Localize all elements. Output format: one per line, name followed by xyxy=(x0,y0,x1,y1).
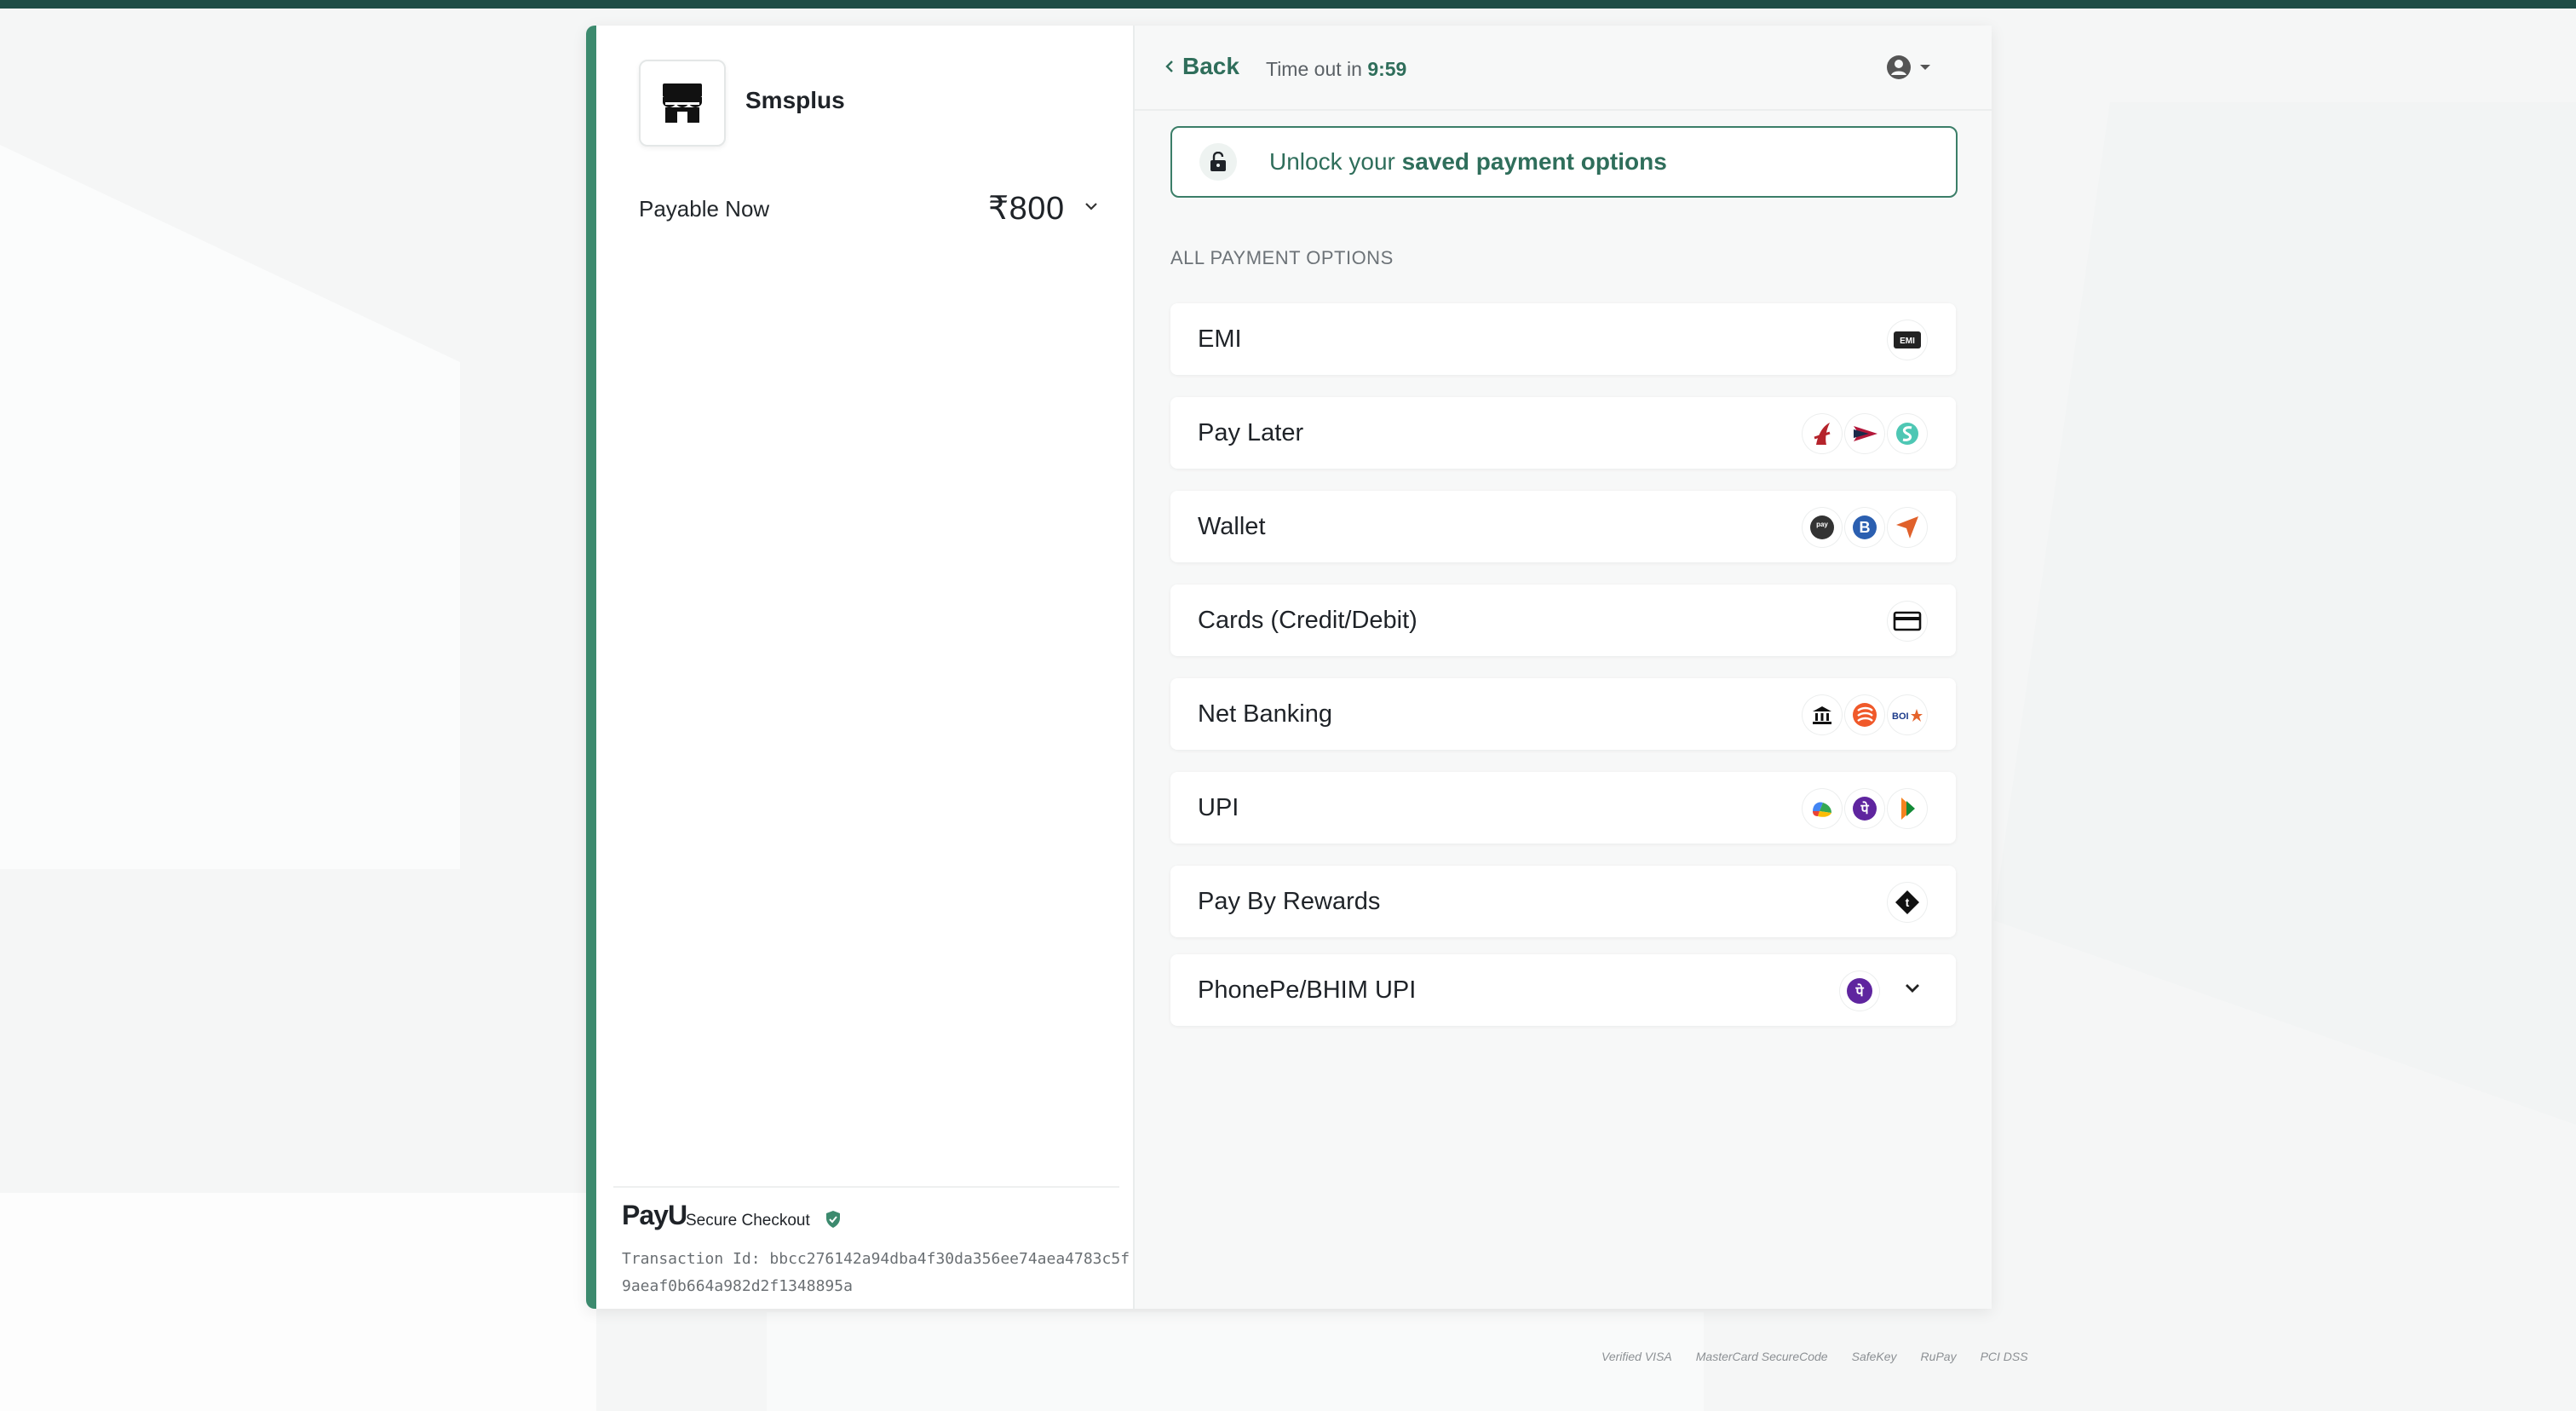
background-shape xyxy=(767,1312,1704,1411)
timeout-value: 9:59 xyxy=(1367,58,1407,80)
divider xyxy=(613,1186,1119,1188)
lock-icon-container xyxy=(1199,143,1237,181)
background-shape xyxy=(1993,102,2576,1125)
rewards-icon: t xyxy=(1888,883,1927,922)
option-label: Net Banking xyxy=(1198,700,1332,728)
secure-checkout-label: Secure Checkout xyxy=(686,1212,810,1230)
order-summary-panel: Smsplus Payable Now ₹800 PayU Secure Che… xyxy=(596,26,1135,1309)
bhim-icon xyxy=(1888,789,1927,828)
top-accent-bar xyxy=(0,0,2576,9)
chevron-down-icon[interactable] xyxy=(1903,982,1922,995)
rupay-badge: RuPay xyxy=(1920,1350,1957,1363)
payment-options-panel: Back Time out in 9:59 Unlock your saved … xyxy=(1135,26,1992,1309)
safekey-badge: SafeKey xyxy=(1851,1350,1897,1363)
card-icon xyxy=(1888,602,1927,641)
chevron-down-icon[interactable] xyxy=(1084,200,1099,212)
svg-text:पे: पे xyxy=(1860,801,1869,817)
bank-building-icon xyxy=(1803,695,1842,734)
option-icons: t xyxy=(1888,881,1927,924)
bank-of-baroda-icon xyxy=(1845,695,1884,734)
option-icons: EMI xyxy=(1888,319,1927,361)
emi-icon: EMI xyxy=(1888,320,1927,360)
google-pay-icon xyxy=(1803,789,1842,828)
option-label: Cards (Credit/Debit) xyxy=(1198,607,1417,634)
payment-option-emi[interactable]: EMI EMI xyxy=(1170,303,1956,375)
phonepe-icon: पे xyxy=(1845,789,1884,828)
option-icons: पे xyxy=(1840,970,1879,1012)
payment-option-upi[interactable]: UPI पे xyxy=(1170,772,1956,844)
payment-option-wallet[interactable]: Wallet pay B xyxy=(1170,491,1956,562)
boi-icon: BOI xyxy=(1888,695,1927,734)
phonepe-icon: पे xyxy=(1840,971,1879,1011)
unlock-text: Unlock your saved payment options xyxy=(1269,148,1667,176)
unlock-saved-options-button[interactable]: Unlock your saved payment options xyxy=(1170,126,1958,198)
user-profile-icon[interactable] xyxy=(1884,53,1939,82)
payment-option-phonepe-bhim-upi[interactable]: PhonePe/BHIM UPI पे xyxy=(1170,954,1956,1026)
svg-text:B: B xyxy=(1860,519,1871,536)
option-label: Wallet xyxy=(1198,513,1266,540)
simpl-icon xyxy=(1888,414,1927,453)
checkout-header: Back Time out in 9:59 xyxy=(1135,26,1992,111)
trust-badges: Verified VISA MasterCard SecureCode Safe… xyxy=(1601,1350,2028,1363)
timeout-label: Time out in xyxy=(1266,58,1362,80)
payment-option-net-banking[interactable]: Net Banking BOI xyxy=(1170,678,1956,750)
session-timeout: Time out in 9:59 xyxy=(1266,58,1406,81)
svg-text:BOI: BOI xyxy=(1892,711,1909,722)
option-icons xyxy=(1888,600,1927,642)
send-wallet-icon xyxy=(1888,508,1927,547)
option-icons xyxy=(1803,412,1927,455)
merchant-logo xyxy=(639,60,726,147)
payment-option-cards[interactable]: Cards (Credit/Debit) xyxy=(1170,585,1956,656)
pay-wallet-icon: pay xyxy=(1803,508,1842,547)
left-accent-stripe xyxy=(586,26,596,1309)
option-label: EMI xyxy=(1198,325,1242,353)
mastercard-securecode-badge: MasterCard SecureCode xyxy=(1695,1350,1828,1363)
transaction-id: Transaction Id: bbcc276142a94dba4f30da35… xyxy=(622,1250,1130,1295)
store-icon xyxy=(663,84,702,123)
section-title: ALL PAYMENT OPTIONS xyxy=(1170,247,1394,268)
payable-amount[interactable]: ₹800 xyxy=(988,189,1065,227)
background-shape xyxy=(0,145,460,869)
verified-visa-badge: Verified VISA xyxy=(1601,1350,1672,1363)
back-button[interactable]: Back xyxy=(1182,53,1239,80)
svg-text:t: t xyxy=(1906,896,1910,909)
option-label: UPI xyxy=(1198,794,1239,821)
pay-later-arrow-icon xyxy=(1845,414,1884,453)
b-wallet-icon: B xyxy=(1845,508,1884,547)
option-icons: pay B xyxy=(1803,506,1927,549)
merchant-name: Smsplus xyxy=(745,87,845,113)
payable-label: Payable Now xyxy=(639,196,770,222)
checkout-card: Smsplus Payable Now ₹800 PayU Secure Che… xyxy=(586,26,1992,1309)
svg-text:पे: पे xyxy=(1854,983,1864,999)
payment-option-pay-later[interactable]: Pay Later xyxy=(1170,397,1956,469)
bank-logo-icon xyxy=(1803,414,1842,453)
background-shape xyxy=(0,1193,596,1411)
option-icons: पे xyxy=(1803,787,1927,830)
svg-text:EMI: EMI xyxy=(1900,337,1915,346)
svg-text:pay: pay xyxy=(1816,521,1828,528)
lock-open-icon xyxy=(1210,152,1226,171)
pci-dss-badge: PCI DSS xyxy=(1980,1350,2028,1363)
option-icons: BOI xyxy=(1803,694,1927,736)
option-label: PhonePe/BHIM UPI xyxy=(1198,976,1417,1004)
payu-logo: PayU xyxy=(622,1200,687,1230)
unlock-emphasis: saved payment options xyxy=(1401,148,1667,175)
shield-check-icon xyxy=(826,1211,840,1228)
option-label: Pay By Rewards xyxy=(1198,888,1381,915)
option-label: Pay Later xyxy=(1198,419,1304,446)
unlock-prefix: Unlock your xyxy=(1269,148,1402,175)
chevron-left-icon[interactable] xyxy=(1164,58,1176,75)
payment-option-pay-by-rewards[interactable]: Pay By Rewards t xyxy=(1170,866,1956,937)
